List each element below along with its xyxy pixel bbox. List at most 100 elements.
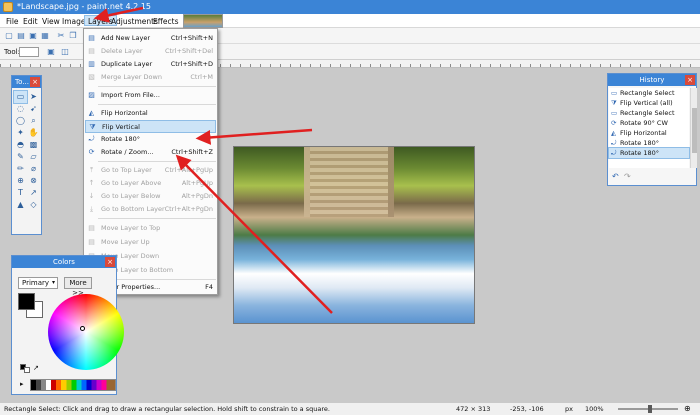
paintbrush-icon[interactable]: ✎ (14, 151, 27, 163)
history-panel-title[interactable]: History (608, 74, 696, 86)
save-icon[interactable]: ▣ (28, 31, 38, 41)
menu-go-to-layer-below[interactable]: ↓ Go to Layer Below Alt+PgDn (85, 190, 216, 203)
menu-rotate-zoom[interactable]: ⟳ Rotate / Zoom... Ctrl+Shift+Z (85, 146, 216, 159)
history-item[interactable]: ◭ Flip Horizontal (609, 128, 689, 138)
redo-icon[interactable]: ↷ (624, 172, 631, 181)
selection-mode-icon[interactable]: ▣ (46, 47, 56, 57)
close-icon[interactable]: × (30, 77, 40, 87)
delete-layer-icon: ▤ (88, 47, 95, 55)
rectangle-select-icon: ▭ (611, 109, 618, 117)
rotate-zoom-icon: ⟳ (88, 148, 95, 156)
menu-add-new-layer[interactable]: ▤ Add New Layer Ctrl+Shift+N (85, 32, 216, 45)
menu-effects[interactable]: Effects (150, 16, 182, 27)
rotate-180-icon: ⤾ (611, 139, 617, 147)
zoom-icon[interactable]: ⌕ (27, 115, 40, 127)
pencil-icon[interactable]: ✏ (14, 163, 27, 175)
gradient-icon[interactable]: ▩ (27, 139, 40, 151)
menu-file[interactable]: File (3, 16, 22, 27)
print-icon[interactable]: ▦ (40, 31, 50, 41)
pan-icon[interactable]: ✋ (27, 127, 40, 139)
text-icon[interactable]: T (14, 187, 27, 199)
tool-picker-dropdown[interactable] (19, 47, 39, 57)
clone-stamp-icon[interactable]: ⊕ (14, 175, 27, 187)
history-item[interactable]: ⤾ Rotate 180° (609, 138, 689, 148)
units-dropdown[interactable]: px (565, 403, 573, 415)
menu-go-to-bottom-layer[interactable]: ⤓ Go to Bottom Layer Ctrl+Alt+PgDn (85, 203, 216, 216)
menu-flip-horizontal[interactable]: ◭ Flip Horizontal (85, 107, 216, 120)
window-title: *Landscape.jpg - paint.net 4.2.15 (17, 2, 151, 11)
status-text: Rectangle Select: Click and drag to draw… (4, 405, 330, 413)
cut-icon[interactable]: ✂ (56, 31, 66, 41)
menu-go-to-top-layer[interactable]: ⤒ Go to Top Layer Ctrl+Alt+PgUp (85, 164, 216, 177)
menu-separator (98, 104, 216, 105)
color-wheel[interactable] (48, 294, 124, 370)
menu-rotate-180[interactable]: ⤾ Rotate 180° (85, 133, 216, 146)
ellipse-select-icon[interactable]: ◯ (14, 115, 27, 127)
menu-import-from-file[interactable]: ▨ Import From File... (85, 89, 216, 102)
colors-panel: Colors × Primary ▾ More >> ↗ ▸ (11, 255, 124, 395)
copy-icon[interactable]: ❐ (68, 31, 78, 41)
paint-bucket-icon[interactable]: ◓ (14, 139, 27, 151)
rectangle-select-icon[interactable]: ▭ (13, 90, 28, 104)
move-selected-icon[interactable]: ➹ (27, 103, 40, 115)
shape-options-icon[interactable]: ◇ (27, 199, 40, 211)
go-bottom-icon: ⤓ (89, 205, 94, 213)
chevron-down-icon: ▾ (51, 279, 55, 286)
swap-arrow-icon: ↗ (33, 364, 39, 372)
flip-horizontal-icon: ◭ (88, 109, 95, 117)
menu-go-to-layer-above[interactable]: ↑ Go to Layer Above Alt+PgUp (85, 177, 216, 190)
recolor-icon[interactable]: ⊗ (27, 175, 40, 187)
new-file-icon[interactable]: ▢ (4, 31, 14, 41)
move-selection-icon[interactable]: ➤ (27, 91, 40, 103)
history-panel: History × ▭ Rectangle Select ⧩ Flip Vertic… (607, 73, 697, 186)
close-icon[interactable]: × (685, 75, 695, 85)
history-item[interactable]: ⟳ Rotate 90° CW (609, 118, 689, 128)
merge-layer-icon: ▧ (88, 73, 95, 81)
image-boardwalk (304, 147, 394, 217)
color-mode-dropdown[interactable]: Primary ▾ (18, 277, 58, 289)
history-scrollbar[interactable] (690, 88, 697, 168)
zoom-slider-thumb[interactable] (648, 405, 652, 413)
menu-edit[interactable]: Edit (20, 16, 41, 27)
import-file-icon: ▨ (88, 91, 95, 99)
history-item-selected[interactable]: ⤾ Rotate 180° (608, 147, 690, 159)
line-curve-icon[interactable]: ↗ (27, 187, 40, 199)
palette-menu-icon[interactable]: ▸ (20, 380, 24, 388)
menu-duplicate-layer[interactable]: ▥ Duplicate Layer Ctrl+Shift+D (85, 58, 216, 71)
history-item[interactable]: ▭ Rectangle Select (609, 108, 689, 118)
history-item[interactable]: ▭ Rectangle Select (609, 88, 689, 98)
zoom-in-icon[interactable]: ⊕ (684, 403, 691, 415)
menu-delete-layer[interactable]: ▤ Delete Layer Ctrl+Shift+Del (85, 45, 216, 58)
menu-merge-layer-down[interactable]: ▧ Merge Layer Down Ctrl+M (85, 71, 216, 84)
eraser-icon[interactable]: ▱ (27, 151, 40, 163)
flip-vertical-icon: ⧩ (611, 99, 617, 107)
lasso-select-icon[interactable]: ◌ (14, 103, 27, 115)
antialias-icon[interactable]: ◫ (60, 47, 70, 57)
canvas-image[interactable] (233, 146, 475, 324)
close-icon[interactable]: × (105, 257, 115, 267)
image-size-readout: 472 × 313 (456, 405, 491, 413)
duplicate-layer-icon: ▥ (88, 60, 95, 68)
menu-move-layer-up[interactable]: ▤ Move Layer Up (85, 236, 216, 249)
open-file-icon[interactable]: ▤ (16, 31, 26, 41)
color-picker-icon[interactable]: ⌀ (27, 163, 40, 175)
menu-move-layer-to-top[interactable]: ▤ Move Layer to Top (85, 222, 216, 235)
more-colors-button[interactable]: More >> (64, 277, 92, 297)
scrollbar-thumb[interactable] (692, 108, 697, 153)
color-wheel-marker[interactable] (80, 326, 85, 331)
zoom-level[interactable]: 100% (585, 403, 604, 415)
image-tab-thumbnail[interactable] (183, 14, 223, 28)
tool-label: Tool: (4, 48, 20, 56)
shapes-icon[interactable]: ▲ (14, 199, 27, 211)
colors-panel-title[interactable]: Colors (12, 256, 116, 268)
swap-colors-icon[interactable]: ↗ (20, 364, 40, 373)
color-palette[interactable] (30, 379, 116, 391)
undo-icon[interactable]: ↶ (612, 172, 619, 181)
status-bar: Rectangle Select: Click and drag to draw… (0, 402, 700, 415)
magic-wand-icon[interactable]: ✦ (14, 127, 27, 139)
rotate-180-icon: ⤾ (611, 149, 617, 157)
primary-color-swatch[interactable] (18, 293, 35, 310)
menu-flip-vertical[interactable]: ⧩ Flip Vertical (85, 120, 216, 133)
flip-horizontal-icon: ◭ (611, 129, 616, 137)
history-item[interactable]: ⧩ Flip Vertical (all) (609, 98, 689, 108)
